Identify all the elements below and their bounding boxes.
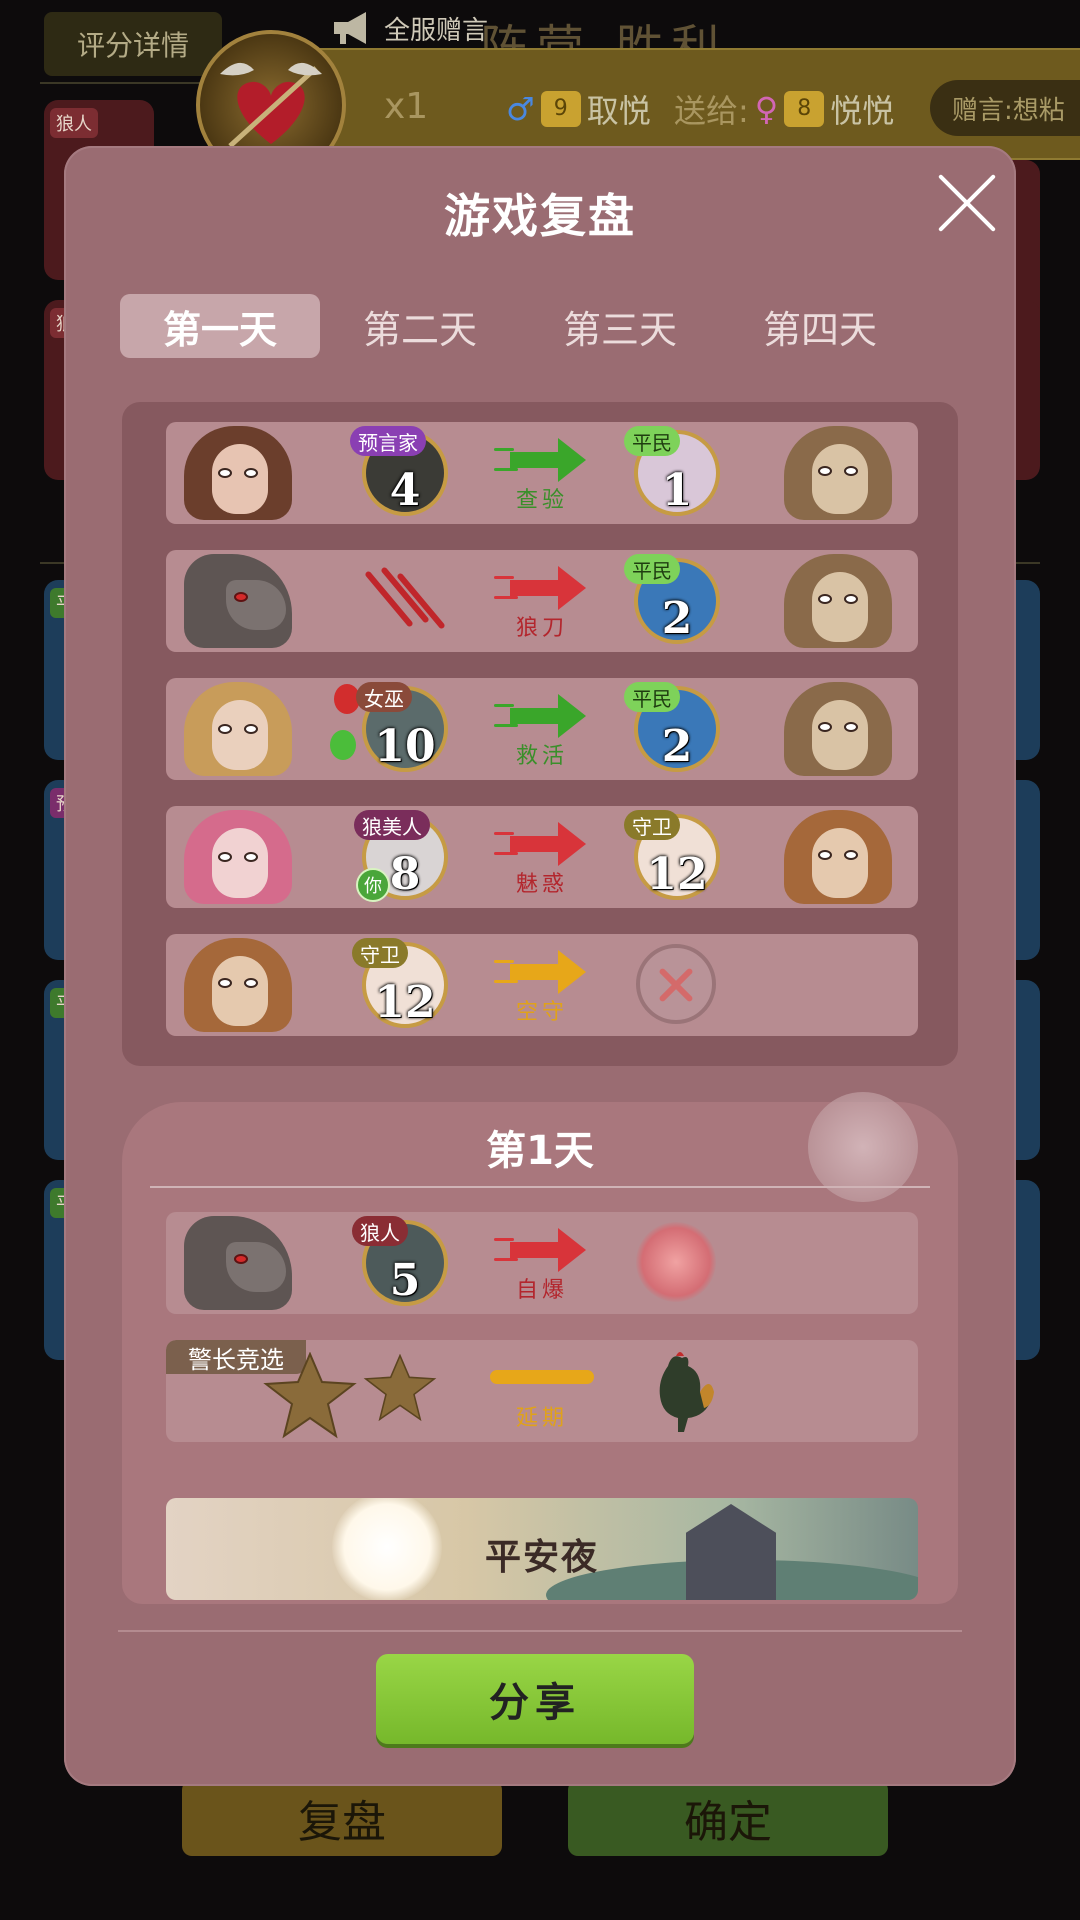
sheriff-badge-icon bbox=[263, 1352, 357, 1439]
wolf-beauty-portrait bbox=[166, 806, 318, 908]
action-label: 查验 bbox=[515, 488, 568, 513]
day-event-row[interactable]: 警长竞选 延期 bbox=[166, 1340, 918, 1442]
no-target-icon bbox=[636, 944, 716, 1024]
action-row[interactable]: 狼刀 2 平民 bbox=[166, 550, 918, 652]
you-badge: 你 bbox=[356, 868, 390, 902]
player-number: 2 bbox=[661, 721, 693, 772]
tab-day-4[interactable]: 第四天 bbox=[720, 294, 920, 358]
arrow-icon bbox=[494, 694, 590, 738]
gift-multiplier: x1 bbox=[384, 86, 429, 127]
crown-icon: 8 bbox=[784, 91, 825, 127]
night-actions-panel: 4 预言家 查验 1 平民 狼刀 2 平民 10 女巫 救活 2 平民 8 狼美… bbox=[122, 402, 958, 1066]
arrow-icon bbox=[494, 822, 590, 866]
receiver-name: 悦悦 bbox=[830, 92, 895, 130]
villager-portrait bbox=[766, 550, 918, 652]
send-to-label: 送给: bbox=[674, 92, 749, 130]
villager-portrait bbox=[766, 678, 918, 780]
role-tag: 预言家 bbox=[350, 426, 426, 456]
action-label: 延期 bbox=[515, 1406, 568, 1431]
role-tag: 狼人 bbox=[50, 108, 98, 138]
role-tag: 狼美人 bbox=[354, 810, 430, 840]
action-row[interactable]: 8 狼美人 你 魅惑 12 守卫 bbox=[166, 806, 918, 908]
guard-portrait bbox=[166, 934, 318, 1036]
day-title: 第1天 bbox=[486, 1128, 594, 1174]
player-number: 4 bbox=[389, 465, 421, 516]
rooster-icon bbox=[659, 1352, 714, 1432]
modal-title: 游戏复盘 bbox=[444, 189, 636, 243]
score-details-label: 评分详情 bbox=[76, 29, 189, 62]
day-tabs: 第一天 第二天 第三天 第四天 bbox=[120, 294, 960, 358]
day-event-row[interactable]: 5 狼人 自爆 bbox=[166, 1212, 918, 1314]
crown-icon: 9 bbox=[540, 91, 581, 127]
witch-portrait bbox=[166, 678, 318, 780]
action-label: 空守 bbox=[515, 1000, 568, 1025]
game-replay-modal: 游戏复盘 第一天 第二天 第三天 第四天 4 预言家 查验 1 平民 狼刀 2 … bbox=[64, 146, 1016, 1786]
green-potion-icon bbox=[330, 730, 356, 760]
delay-bar-icon bbox=[490, 1370, 594, 1384]
player-number: 12 bbox=[646, 849, 708, 900]
sheriff-badge-icon bbox=[363, 1354, 437, 1422]
role-tag: 狼人 bbox=[352, 1216, 408, 1246]
server-notice: 全服赠言 bbox=[330, 6, 1080, 50]
explosion-icon bbox=[636, 1222, 716, 1302]
arrow-icon bbox=[494, 438, 590, 482]
arrow-icon bbox=[494, 566, 590, 610]
action-label: 救活 bbox=[515, 744, 568, 769]
share-button[interactable]: 分享 bbox=[376, 1654, 694, 1744]
player-number: 12 bbox=[374, 977, 436, 1028]
divider bbox=[118, 1630, 962, 1632]
role-tag: 守卫 bbox=[624, 810, 680, 840]
role-tag: 平民 bbox=[624, 426, 680, 456]
female-icon: ♀ bbox=[754, 90, 779, 128]
tab-day-2[interactable]: 第二天 bbox=[320, 294, 520, 358]
seer-portrait bbox=[166, 422, 318, 524]
male-icon: ♂ bbox=[506, 90, 535, 128]
player-number: 10 bbox=[374, 721, 436, 772]
player-number: 2 bbox=[661, 593, 693, 644]
safe-night-label: 平安夜 bbox=[484, 1537, 599, 1578]
divider bbox=[40, 82, 200, 84]
villager-portrait bbox=[766, 422, 918, 524]
player-number: 1 bbox=[661, 465, 693, 516]
tab-day-1[interactable]: 第一天 bbox=[120, 294, 320, 358]
close-icon[interactable] bbox=[932, 168, 1002, 238]
gift-message: 赠言:想粘 bbox=[930, 80, 1080, 136]
role-tag: 平民 bbox=[624, 554, 680, 584]
safe-night-row[interactable]: 平安夜 bbox=[166, 1498, 918, 1600]
role-tag: 女巫 bbox=[356, 682, 412, 712]
divider bbox=[150, 1186, 930, 1188]
werewolf-portrait bbox=[166, 550, 318, 652]
guard-portrait bbox=[766, 806, 918, 908]
action-label: 狼刀 bbox=[515, 616, 568, 641]
tab-day-3[interactable]: 第三天 bbox=[520, 294, 720, 358]
confirm-button[interactable]: 确定 bbox=[568, 1780, 888, 1856]
server-notice-label: 全服赠言 bbox=[384, 15, 489, 46]
role-tag: 平民 bbox=[624, 682, 680, 712]
arrow-icon bbox=[494, 950, 590, 994]
replay-button[interactable]: 复盘 bbox=[182, 1780, 502, 1856]
arrow-icon bbox=[494, 1228, 590, 1272]
action-label: 魅惑 bbox=[515, 872, 568, 897]
player-number: 5 bbox=[389, 1255, 421, 1306]
role-tag: 守卫 bbox=[352, 938, 408, 968]
score-details-button[interactable]: 评分详情 bbox=[44, 12, 222, 76]
action-row[interactable]: 12 守卫 空守 bbox=[166, 934, 918, 1036]
werewolf-portrait bbox=[166, 1212, 318, 1314]
sender-name: 取悦 bbox=[586, 92, 651, 130]
gift-sender: ♂ 9 取悦 bbox=[506, 86, 651, 132]
action-label: 自爆 bbox=[515, 1278, 568, 1303]
gift-receiver: 送给: ♀ 8 悦悦 bbox=[674, 86, 894, 132]
game-screen: 评分详情 阵营 胜利 全服赠言 x1 ♂ 9 取悦 送给: ♀ 8 悦悦 赠言:… bbox=[0, 0, 1080, 1920]
action-row[interactable]: 10 女巫 救活 2 平民 bbox=[166, 678, 918, 780]
action-row[interactable]: 4 预言家 查验 1 平民 bbox=[166, 422, 918, 524]
